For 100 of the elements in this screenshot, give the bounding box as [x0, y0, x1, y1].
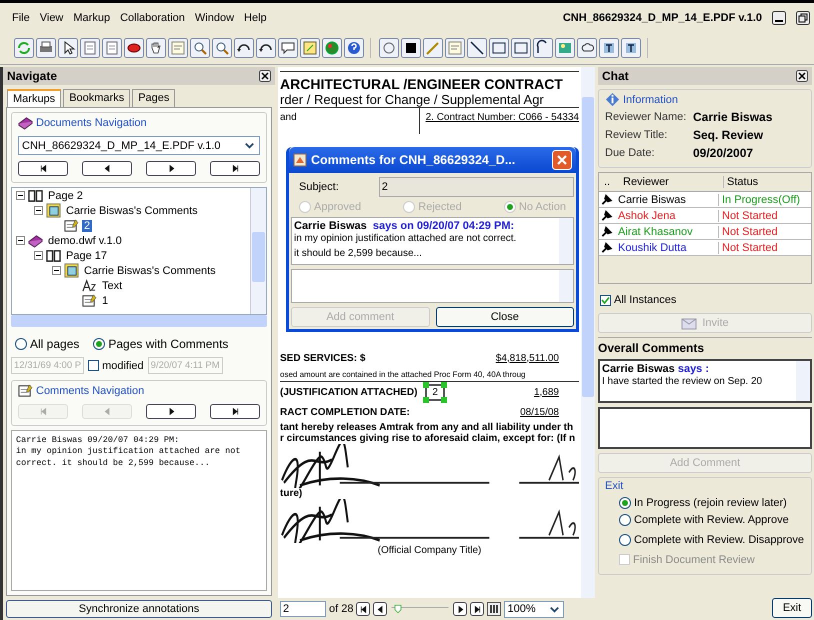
line-icon[interactable] — [467, 38, 487, 58]
globe-icon[interactable] — [322, 38, 342, 58]
menu-item[interactable]: Markup — [73, 12, 110, 24]
refresh-icon[interactable] — [14, 38, 34, 58]
radio-option[interactable]: All pages — [15, 337, 80, 351]
previous-button[interactable] — [82, 161, 132, 176]
help-icon[interactable] — [344, 38, 364, 58]
collapse-toggle[interactable] — [34, 206, 43, 215]
rectangle-icon[interactable] — [511, 38, 531, 58]
square-icon[interactable] — [401, 38, 421, 58]
comments-icon — [64, 263, 79, 278]
collapse-toggle[interactable] — [34, 251, 43, 260]
checkbox[interactable] — [88, 360, 100, 371]
page-slider[interactable] — [390, 602, 450, 616]
document-dropdown[interactable]: CNH_86629324_D_MP_14_E.PDF v.1.0 — [18, 136, 260, 155]
next-button[interactable] — [146, 161, 196, 176]
menu-item[interactable]: View — [40, 12, 64, 24]
subject-field[interactable]: 2 — [378, 177, 574, 197]
checkbox-label[interactable]: modified — [102, 360, 144, 372]
right-arrow-icon — [166, 407, 176, 416]
collapse-toggle[interactable] — [52, 266, 61, 275]
tree-item[interactable]: Carrie Biswas's Comments — [82, 264, 218, 276]
tree-item[interactable]: 1 — [100, 294, 110, 306]
exit-button[interactable]: Exit — [772, 598, 812, 618]
radio-option[interactable]: In Progress (rejoin review later) — [605, 496, 787, 508]
column-header[interactable]: Status — [724, 176, 811, 188]
printer-icon[interactable] — [36, 38, 56, 58]
scrollbar[interactable] — [581, 67, 595, 598]
rotate-icon[interactable] — [256, 38, 276, 58]
next-button[interactable] — [146, 404, 196, 419]
minimize-icon[interactable] — [772, 10, 786, 24]
document-text: RACT COMPLETION DATE: — [280, 406, 410, 418]
radio-option[interactable]: Complete with Review. Disapprove — [605, 534, 804, 546]
pin-icon — [599, 241, 615, 254]
close-icon[interactable] — [259, 70, 271, 82]
next-button[interactable] — [453, 602, 468, 616]
comment-input[interactable] — [291, 269, 574, 303]
document-text: 08/15/08 — [520, 406, 559, 418]
tree-item[interactable]: Page 17 — [64, 250, 109, 262]
column-header[interactable]: .. — [599, 176, 615, 188]
tab[interactable]: Bookmarks — [63, 89, 130, 107]
tree-item[interactable]: 2 — [82, 220, 92, 232]
page-number-field[interactable]: 2 — [280, 601, 326, 617]
scrollbar[interactable] — [559, 218, 573, 264]
eraser-icon[interactable] — [124, 38, 144, 58]
tree-item[interactable]: Text — [100, 280, 124, 292]
synchronize-button[interactable]: Synchronize annotations — [6, 600, 272, 618]
text-icon[interactable] — [621, 38, 641, 58]
tree-item[interactable]: Page 2 — [46, 190, 85, 202]
cloud-icon[interactable] — [577, 38, 597, 58]
checkbox-label[interactable]: All Instances — [614, 294, 676, 306]
rotate-icon[interactable] — [234, 38, 254, 58]
tab[interactable]: Markups — [7, 89, 62, 107]
field-value: Carrie Biswas — [693, 110, 772, 124]
scrollbar[interactable] — [796, 360, 810, 400]
scrollbar[interactable] — [250, 188, 266, 314]
scrollbar[interactable] — [11, 315, 267, 327]
close-icon[interactable] — [796, 70, 808, 82]
hand-icon[interactable] — [146, 38, 166, 58]
dialog-button[interactable]: Close — [436, 307, 574, 327]
document-text: SED SERVICES: $ — [280, 352, 366, 364]
magnifier-icon[interactable] — [190, 38, 210, 58]
first-button[interactable] — [18, 161, 68, 176]
first-button[interactable] — [356, 602, 370, 616]
column-header[interactable]: Reviewer — [615, 176, 724, 188]
radio-option[interactable]: Pages with Comments — [93, 337, 228, 351]
document-text: (JUSTIFICATION ATTACHED) — [280, 386, 418, 398]
restore-icon[interactable] — [796, 10, 810, 24]
document-text: tant hereby releases Amtrak from any and all liability under th — [280, 422, 574, 433]
magnifier-icon[interactable] — [212, 38, 232, 58]
last-button[interactable] — [470, 602, 484, 616]
radio-option[interactable]: Complete with Review. Approve — [605, 514, 789, 526]
tree-item[interactable]: demo.dwf v.1.0 — [46, 234, 124, 246]
tree-item[interactable]: Carrie Biswas's Comments — [64, 204, 200, 216]
zoom-dropdown[interactable]: 100% — [504, 600, 564, 618]
speech-bubble-icon[interactable] — [278, 38, 298, 58]
table-cell-text: Not Started — [721, 210, 779, 222]
document-text: and — [280, 111, 297, 125]
arc-icon[interactable] — [533, 38, 553, 58]
previous-button[interactable] — [373, 602, 388, 616]
menu-item[interactable]: Collaboration — [120, 12, 185, 24]
pointer-icon[interactable] — [58, 38, 78, 58]
last-button[interactable] — [210, 404, 260, 419]
markup-box[interactable]: 2 — [425, 384, 445, 400]
menu-item[interactable]: Window — [194, 12, 234, 24]
collapse-toggle[interactable] — [16, 191, 25, 200]
two-page-icon[interactable] — [487, 602, 502, 616]
panel-title: Navigate — [7, 69, 58, 83]
checkbox[interactable] — [600, 294, 611, 306]
page-icon[interactable] — [80, 38, 100, 58]
last-button[interactable] — [210, 161, 260, 176]
menu-item[interactable]: Help — [244, 12, 267, 24]
comment-input[interactable] — [598, 406, 812, 448]
comment-header: Carrie Biswas says on 09/20/07 04:29 PM: — [294, 220, 516, 232]
pin-icon — [599, 209, 615, 222]
text-icon[interactable] — [599, 38, 619, 58]
menu-item[interactable]: File — [12, 12, 30, 24]
collapse-toggle[interactable] — [16, 236, 25, 245]
rectangle-icon[interactable] — [489, 38, 509, 58]
tab[interactable]: Pages — [132, 89, 176, 107]
